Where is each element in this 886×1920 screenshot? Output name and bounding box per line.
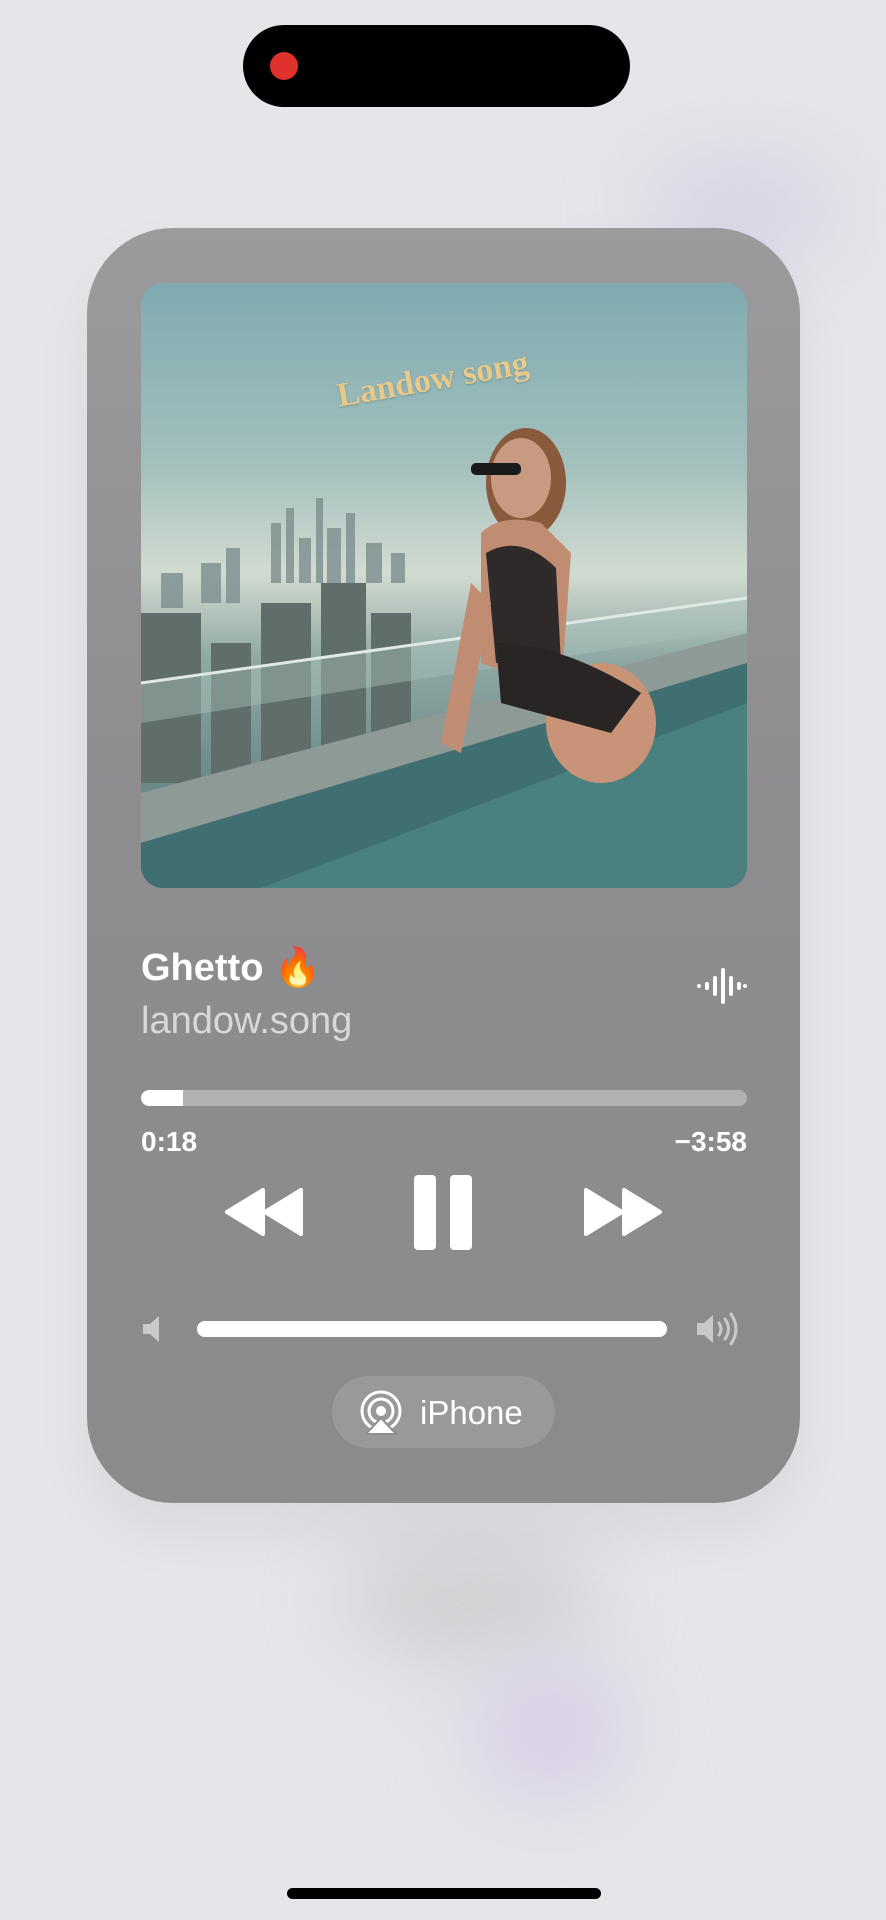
fast-forward-icon[interactable] [582, 1188, 664, 1236]
album-artwork[interactable]: Landow song [141, 283, 747, 888]
home-indicator[interactable] [287, 1888, 601, 1899]
track-title[interactable]: Ghetto 🔥 [141, 946, 321, 990]
pause-icon[interactable] [414, 1175, 472, 1250]
speaker-low-icon [143, 1316, 159, 1342]
time-remaining: −3:58 [674, 1126, 747, 1157]
speaker-high-icon [697, 1312, 738, 1346]
background-blur [470, 1660, 630, 1800]
airplay-output-button[interactable]: iPhone [332, 1376, 555, 1448]
rewind-icon[interactable] [223, 1188, 305, 1236]
audio-waveform-icon[interactable] [697, 968, 747, 1004]
playback-scrubber[interactable] [141, 1090, 747, 1106]
playback-progress-fill [141, 1090, 184, 1106]
dynamic-island[interactable] [243, 25, 630, 107]
background-blur [340, 1540, 600, 1660]
volume-fill [197, 1321, 667, 1337]
volume-slider[interactable] [197, 1321, 667, 1337]
output-device-label: iPhone [420, 1394, 523, 1431]
track-artist[interactable]: landow.song [141, 1000, 352, 1043]
now-playing-card: Landow song Ghetto 🔥 landow.song 0:18 −3… [87, 228, 800, 1503]
recording-dot-icon [270, 52, 298, 80]
time-elapsed: 0:18 [141, 1126, 198, 1157]
airplay-icon [360, 1390, 402, 1435]
